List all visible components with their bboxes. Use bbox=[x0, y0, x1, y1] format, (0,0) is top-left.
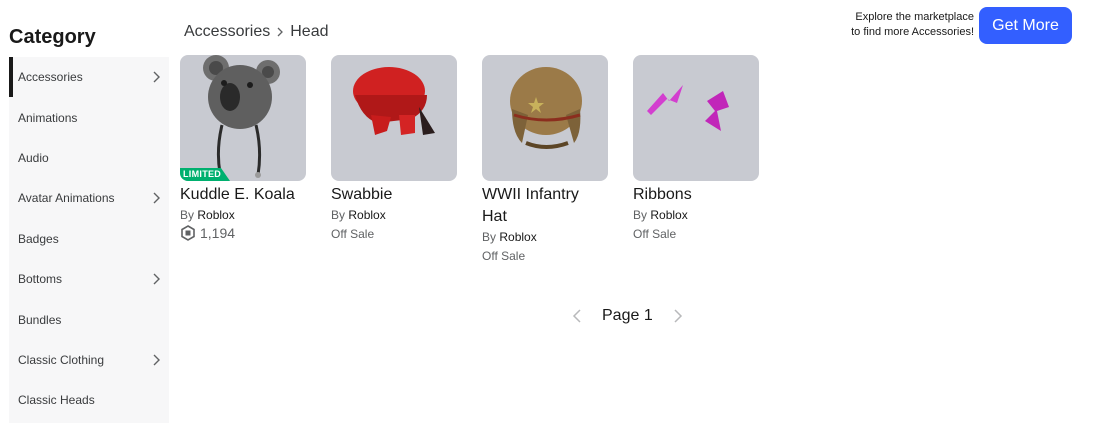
creator-prefix: By bbox=[180, 208, 195, 222]
sidebar-item-bottoms[interactable]: Bottoms bbox=[9, 259, 169, 299]
sidebar-item-label: Bottoms bbox=[18, 272, 63, 287]
item-thumbnail[interactable]: LIMITED bbox=[180, 55, 306, 181]
chevron-right-icon bbox=[277, 27, 284, 37]
chevron-right-icon bbox=[153, 192, 160, 204]
chevron-right-icon bbox=[674, 309, 682, 323]
promo-line-2: to find more Accessories! bbox=[851, 26, 974, 38]
sidebar-item-classic-heads[interactable]: Classic Heads bbox=[9, 380, 169, 420]
sidebar-item-label: Audio bbox=[18, 150, 49, 165]
creator-prefix: By bbox=[482, 230, 497, 244]
price-value: 1,194 bbox=[200, 225, 236, 241]
koala-hat-image bbox=[203, 55, 280, 178]
chevron-right-icon bbox=[153, 354, 160, 366]
infantry-hat-image bbox=[510, 67, 582, 149]
promo-text: Explore the marketplace to find more Acc… bbox=[820, 10, 974, 40]
breadcrumb-current: Head bbox=[290, 23, 329, 40]
item-card[interactable]: LIMITED Kuddle E. Koala By Roblox 1,194 bbox=[180, 55, 306, 241]
sidebar-item-audio[interactable]: Audio bbox=[9, 138, 169, 178]
sidebar-item-label: Classic Heads bbox=[18, 393, 95, 408]
next-page-button[interactable] bbox=[671, 307, 685, 325]
sidebar-item-accessories[interactable]: Accessories bbox=[9, 57, 169, 98]
creator-link[interactable]: Roblox bbox=[499, 230, 536, 244]
page-label: Page 1 bbox=[602, 307, 653, 324]
get-more-button[interactable]: Get More bbox=[979, 7, 1072, 44]
breadcrumb: Accessories Head bbox=[184, 23, 329, 41]
category-sidebar: Accessories Animations Audio Avatar Anim… bbox=[9, 57, 169, 423]
item-card[interactable]: Ribbons By Roblox Off Sale bbox=[633, 55, 759, 241]
item-creator: By Roblox bbox=[482, 230, 608, 244]
item-name[interactable]: Swabbie bbox=[331, 184, 457, 206]
item-card[interactable]: WWII Infantry Hat By Roblox Off Sale bbox=[482, 55, 608, 263]
sidebar-item-classic-clothing[interactable]: Classic Clothing bbox=[9, 340, 169, 380]
sidebar-item-label: Accessories bbox=[18, 70, 83, 85]
item-card[interactable]: Swabbie By Roblox Off Sale bbox=[331, 55, 457, 241]
sidebar-item-bundles[interactable]: Bundles bbox=[9, 299, 169, 339]
item-creator: By Roblox bbox=[331, 208, 457, 222]
item-price: Off Sale bbox=[482, 249, 526, 263]
item-name[interactable]: WWII Infantry Hat bbox=[482, 184, 608, 228]
creator-link[interactable]: Roblox bbox=[348, 208, 385, 222]
item-name[interactable]: Kuddle E. Koala bbox=[180, 184, 306, 206]
sidebar-item-label: Classic Clothing bbox=[18, 352, 105, 367]
item-thumbnail[interactable] bbox=[633, 55, 759, 181]
sidebar-item-badges[interactable]: Badges bbox=[9, 219, 169, 259]
sidebar-title: Category bbox=[9, 26, 96, 48]
item-thumbnail[interactable] bbox=[331, 55, 457, 181]
pagination: Page 1 bbox=[570, 307, 685, 325]
robux-icon bbox=[181, 225, 195, 241]
item-name[interactable]: Ribbons bbox=[633, 184, 759, 206]
chevron-left-icon bbox=[572, 309, 581, 323]
item-creator: By Roblox bbox=[633, 208, 759, 222]
ribbons-image bbox=[647, 85, 729, 131]
creator-prefix: By bbox=[331, 208, 346, 222]
sidebar-item-animations[interactable]: Animations bbox=[9, 97, 169, 137]
item-price: 1,194 bbox=[180, 225, 306, 241]
sidebar-item-label: Badges bbox=[18, 231, 59, 246]
sidebar-item-avatar-animations[interactable]: Avatar Animations bbox=[9, 178, 169, 218]
bandana-image bbox=[353, 67, 435, 135]
item-thumbnail[interactable] bbox=[482, 55, 608, 181]
chevron-right-icon bbox=[153, 273, 160, 285]
breadcrumb-root-link[interactable]: Accessories bbox=[184, 23, 270, 41]
creator-prefix: By bbox=[633, 208, 648, 222]
previous-page-button[interactable] bbox=[570, 307, 584, 325]
item-price: Off Sale bbox=[633, 227, 677, 241]
sidebar-item-label: Animations bbox=[18, 110, 78, 125]
chevron-right-icon bbox=[153, 71, 160, 83]
item-price: Off Sale bbox=[331, 227, 375, 241]
creator-link[interactable]: Roblox bbox=[650, 208, 687, 222]
sidebar-item-label: Avatar Animations bbox=[18, 191, 115, 206]
sidebar-item-label: Bundles bbox=[18, 312, 62, 327]
creator-link[interactable]: Roblox bbox=[197, 208, 234, 222]
promo-line-1: Explore the marketplace bbox=[855, 11, 974, 23]
item-creator: By Roblox bbox=[180, 208, 306, 222]
